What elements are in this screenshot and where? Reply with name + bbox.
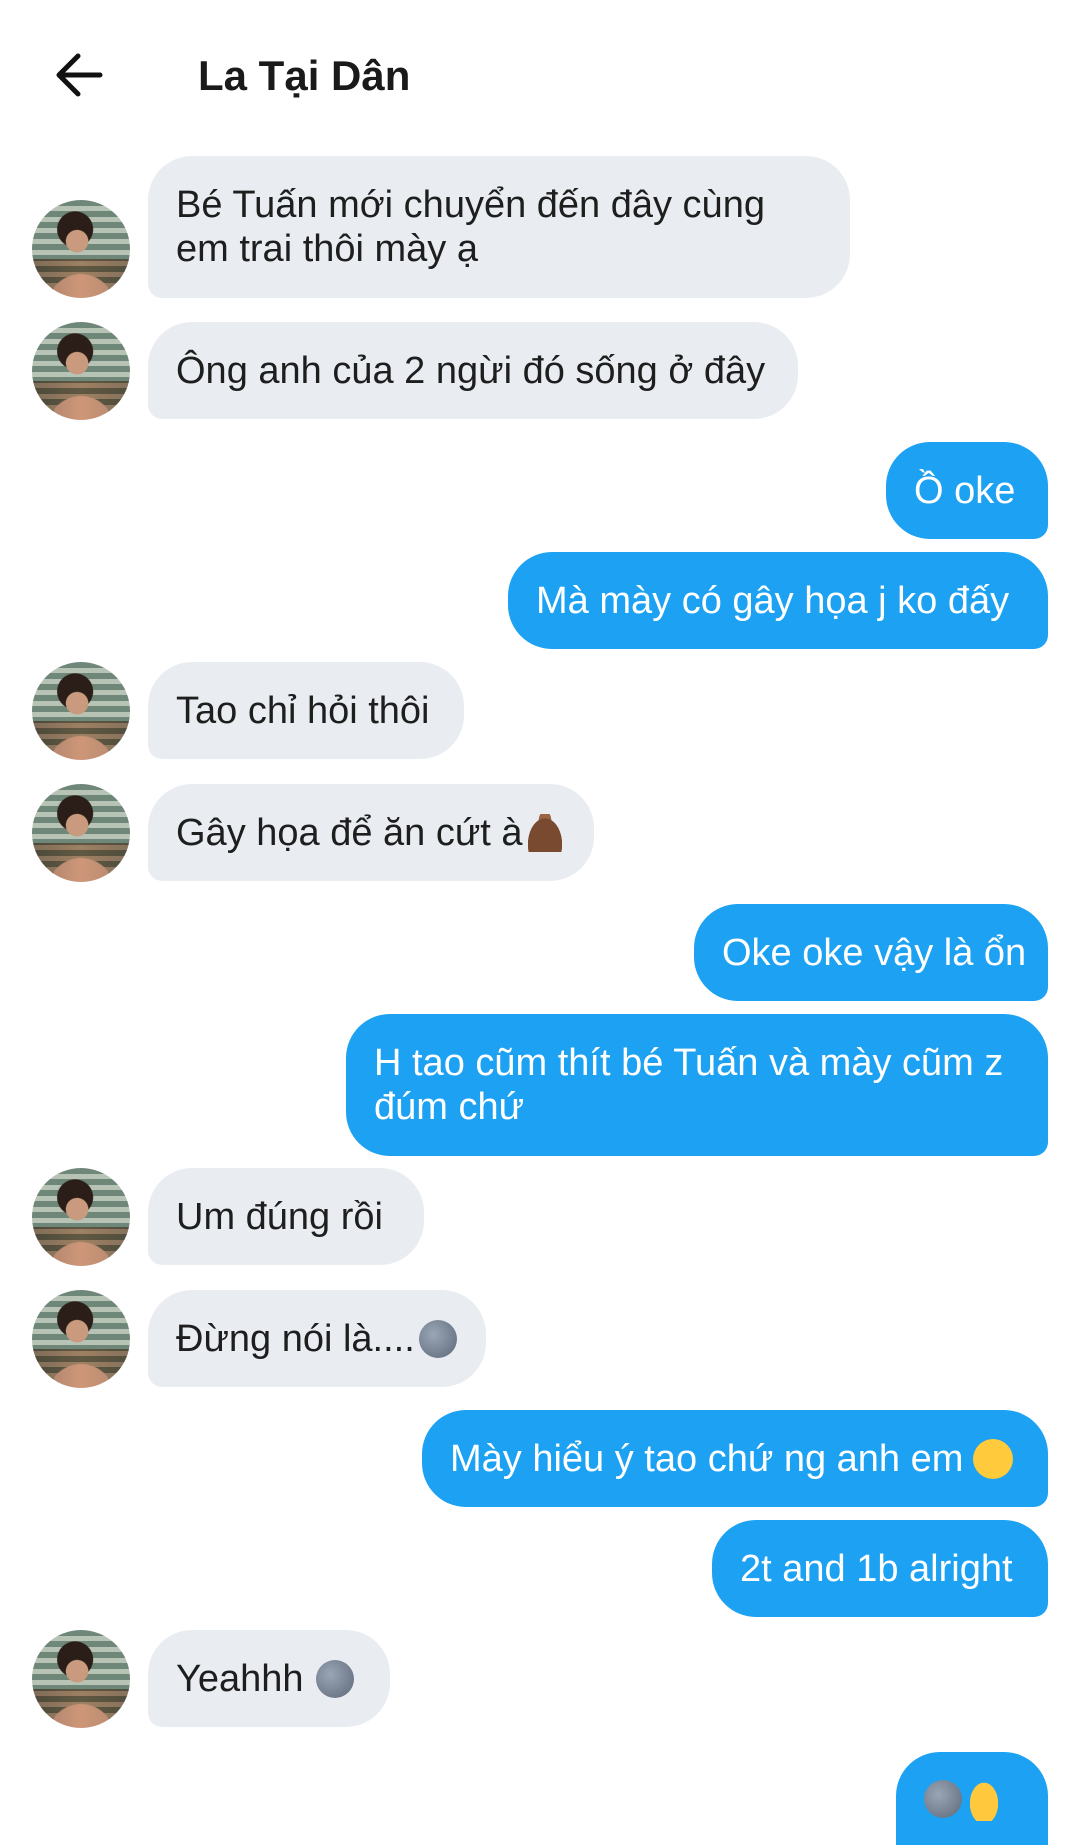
contact-avatar[interactable] (32, 662, 130, 760)
message-text: Gây họa để ăn cứt à (176, 811, 523, 854)
poop-emoji-icon (524, 813, 565, 852)
ok-hand-emoji-icon (966, 1776, 1002, 1821)
incoming-message[interactable]: Yeahhh (148, 1630, 390, 1727)
message-text: Um đúng rồi (176, 1195, 383, 1238)
message-text: Bé Tuấn mới chuyển đến đây cùng em trai … (176, 184, 765, 270)
message-text: Đừng nói là.... (176, 1317, 415, 1360)
arrow-left-icon (56, 53, 103, 97)
chat-header: La Tại Dân (0, 0, 1080, 150)
contact-avatar[interactable] (32, 784, 130, 882)
message-text: 2t and 1b alright (740, 1547, 1013, 1590)
message-text: Ồ oke (914, 469, 1016, 512)
outgoing-message[interactable]: Mày hiểu ý tao chứ ng anh em (422, 1410, 1048, 1507)
incoming-message[interactable]: Bé Tuấn mới chuyển đến đây cùng em trai … (148, 156, 850, 298)
outgoing-message[interactable]: Mà mày có gây họa j ko đấy (508, 552, 1048, 649)
star-struck-emoji-icon (973, 1438, 1014, 1479)
contact-avatar[interactable] (32, 1168, 130, 1266)
incoming-message[interactable]: Ông anh của 2 ngừi đó sống ở đây (148, 322, 798, 419)
outgoing-message[interactable] (896, 1752, 1048, 1845)
incoming-message[interactable]: Đừng nói là.... (148, 1290, 486, 1387)
outgoing-message[interactable]: H tao cũm thít bé Tuấn và mày cũm z đúm … (346, 1014, 1048, 1156)
back-button[interactable] (50, 46, 108, 104)
message-text: Ông anh của 2 ngừi đó sống ở đây (176, 349, 766, 392)
new-moon-face-emoji-icon (924, 1779, 962, 1818)
incoming-message[interactable]: Um đúng rồi (148, 1168, 424, 1265)
outgoing-message[interactable]: Ồ oke (886, 442, 1048, 539)
message-text: H tao cũm thít bé Tuấn và mày cũm z đúm … (374, 1042, 1004, 1128)
outgoing-message[interactable]: 2t and 1b alright (712, 1520, 1048, 1617)
incoming-message[interactable]: Gây họa để ăn cứt à (148, 784, 594, 881)
contact-avatar[interactable] (32, 322, 130, 420)
message-text: Mà mày có gây họa j ko đấy (536, 579, 1010, 622)
message-text: Tao chỉ hỏi thôi (176, 689, 430, 732)
chat-title: La Tại Dân (198, 52, 411, 99)
contact-avatar[interactable] (32, 1630, 130, 1728)
incoming-message[interactable]: Tao chỉ hỏi thôi (148, 662, 464, 759)
new-moon-face-emoji-icon (418, 1319, 457, 1358)
outgoing-message[interactable]: Oke oke vậy là ổn (694, 904, 1048, 1001)
message-text: Mày hiểu ý tao chứ ng anh em (450, 1437, 964, 1480)
message-text: Yeahhh (176, 1657, 304, 1700)
contact-avatar[interactable] (32, 1290, 130, 1388)
message-text: Oke oke vậy là ổn (722, 931, 1027, 974)
contact-avatar[interactable] (32, 200, 130, 298)
new-moon-face-emoji-icon (315, 1659, 354, 1698)
